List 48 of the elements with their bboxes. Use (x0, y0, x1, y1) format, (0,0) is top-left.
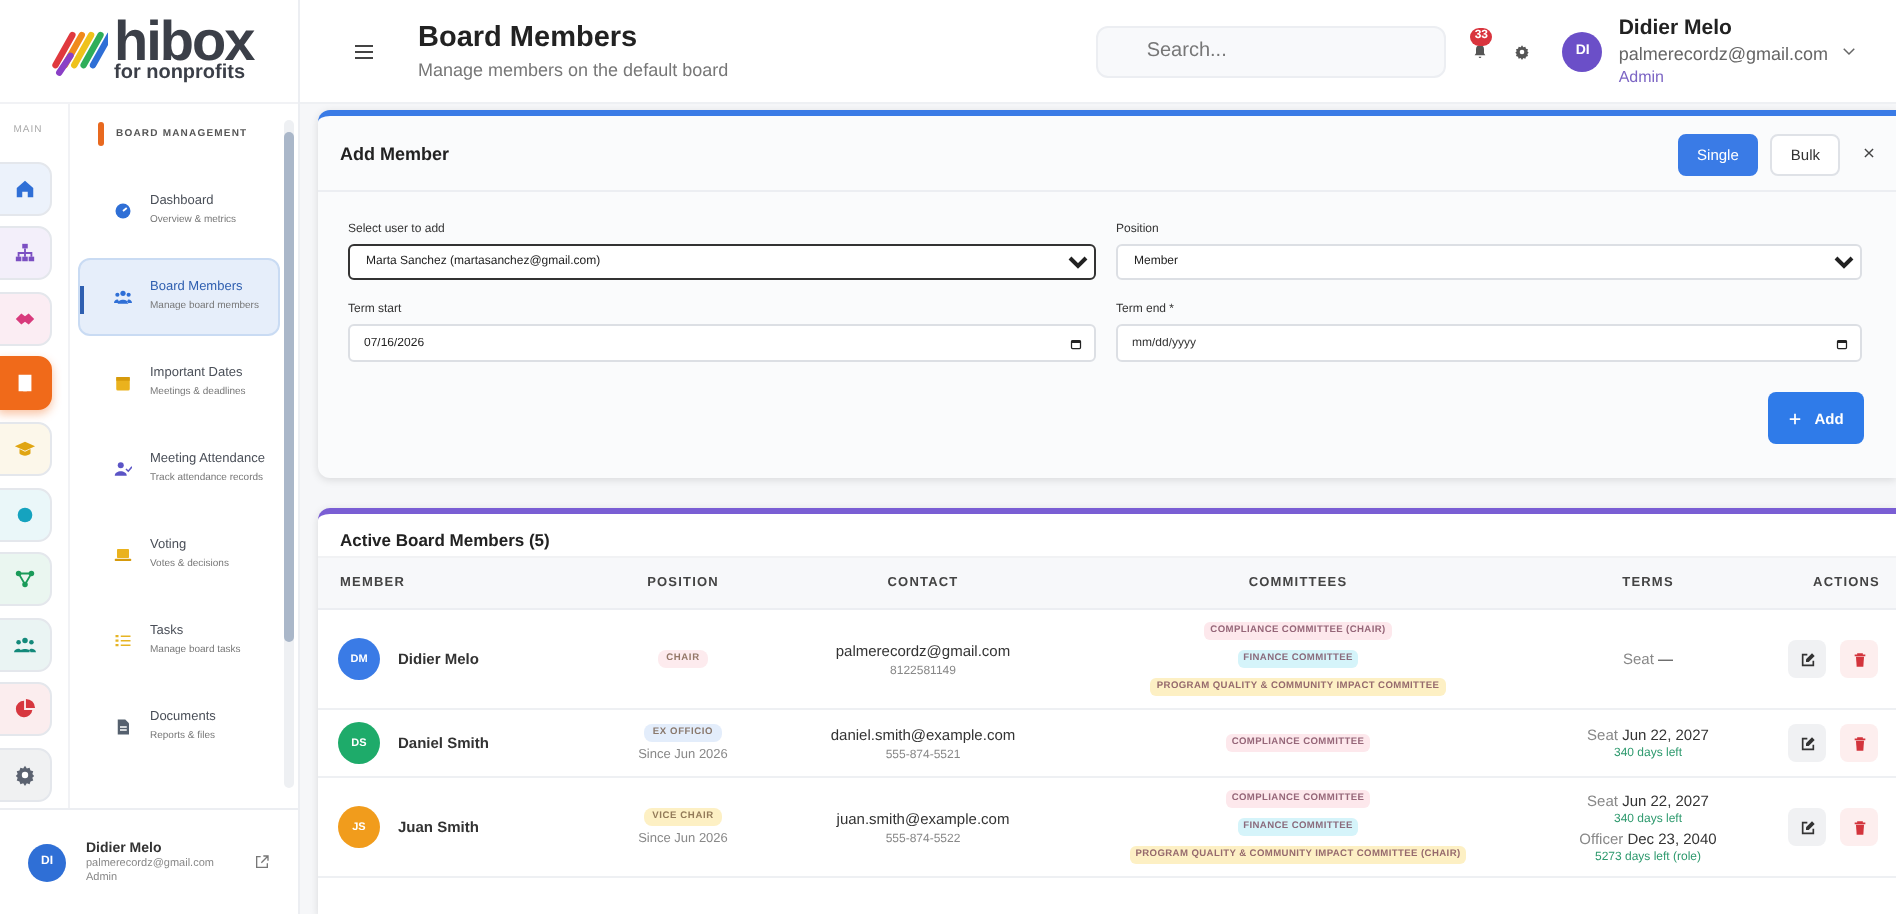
trash-icon (1851, 735, 1867, 751)
menu-button[interactable] (352, 39, 376, 63)
document-icon (114, 718, 132, 736)
bell-icon (1472, 43, 1489, 59)
hierarchy-button[interactable] (0, 226, 52, 281)
brand-name: hibox (114, 19, 254, 63)
edit-icon (1799, 735, 1815, 751)
menu-icon (352, 39, 376, 63)
trash-icon (1851, 651, 1867, 667)
pie-chart-button[interactable] (0, 682, 52, 737)
edit-icon (1799, 651, 1815, 667)
trash-icon (1851, 819, 1867, 835)
settings-button[interactable] (0, 747, 52, 802)
list-icon (114, 632, 132, 650)
plus-icon (1788, 411, 1803, 425)
user-role: Admin (1618, 68, 1667, 86)
dropdown-button[interactable] (1840, 42, 1858, 60)
settings-icon (1514, 43, 1531, 59)
edit-button[interactable] (1788, 724, 1826, 762)
external-link-button[interactable] (254, 854, 270, 870)
people-button[interactable] (0, 617, 52, 672)
dashboard-icon (114, 202, 132, 220)
home-button[interactable] (0, 161, 52, 216)
edit-button[interactable] (1788, 640, 1826, 678)
laptop-icon (114, 546, 132, 564)
card-title: Add Member (340, 144, 452, 164)
notifications-button[interactable] (1472, 43, 1489, 59)
close-icon (1862, 146, 1876, 160)
chevron-down-icon (1840, 42, 1858, 60)
external-link-icon (254, 854, 270, 870)
delete-button[interactable] (1840, 640, 1878, 678)
delete-button[interactable] (1840, 808, 1878, 846)
user-email: palmerecordz@gmail.com (1618, 44, 1828, 64)
brand-tagline: for nonprofits (114, 63, 248, 83)
circle-button[interactable] (0, 487, 52, 542)
card-title: Active Board Members (5) (338, 528, 552, 554)
edit-button[interactable] (1788, 808, 1826, 846)
delete-button[interactable] (1840, 724, 1878, 762)
people-icon (114, 288, 132, 306)
search-field[interactable]: Search... (1096, 25, 1447, 77)
user-name: Didier Melo (1618, 16, 1734, 40)
attendance-icon (114, 460, 132, 478)
page-title: Board Members (418, 22, 640, 54)
section-marker (98, 122, 104, 146)
settings-button[interactable] (1514, 43, 1531, 59)
network-button[interactable] (0, 552, 52, 607)
page-subtitle: Manage members on the default board (418, 60, 731, 80)
edit-icon (1799, 819, 1815, 835)
